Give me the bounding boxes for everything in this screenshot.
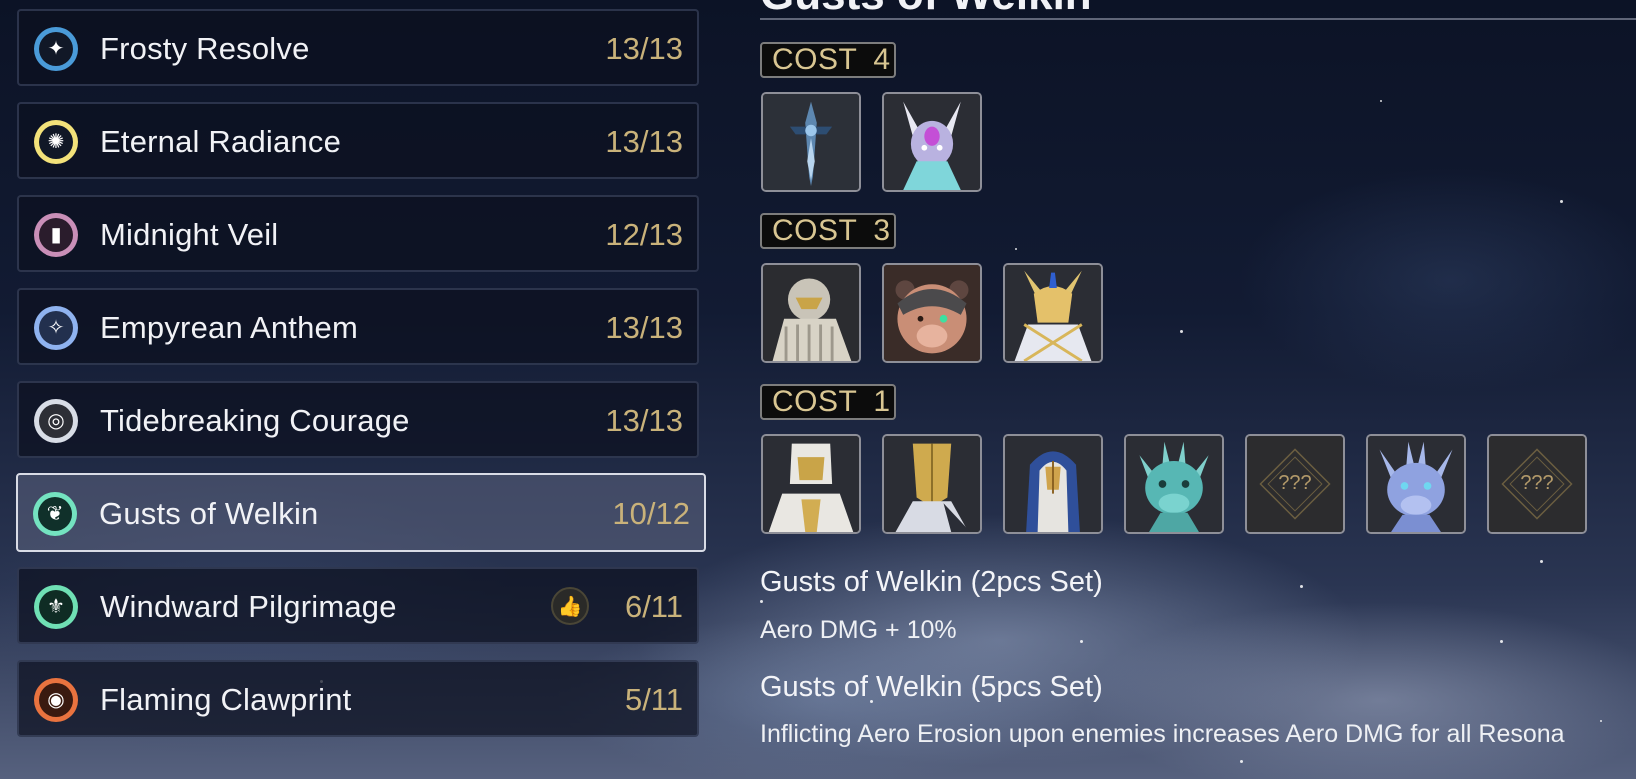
veil-figure-icon: ▮ [34,213,78,257]
set-item-gusts-of-welkin[interactable]: ❦ Gusts of Welkin 10/12 [16,473,706,552]
echo-card-blue-dragon[interactable] [1366,434,1466,534]
set-detail-panel: Gusts of Welkin COST 4 COST 3 [755,0,1636,779]
set-name: Midnight Veil [100,217,279,252]
unknown-label: ??? [1520,472,1554,494]
snowflake-star-icon: ✦ [34,27,78,71]
set-name: Empyrean Anthem [100,310,359,345]
set-count: 10/12 [612,496,690,531]
blue-dragon-echo-icon [1368,436,1464,532]
cost-value: 1 [873,385,891,418]
set-count: 13/13 [605,31,683,66]
set-item-eternal-radiance[interactable]: ✺ Eternal Radiance 13/13 [17,102,699,179]
fleur-icon: ⚜ [34,585,78,629]
hooded-bird-echo-icon [763,265,859,361]
set-name: Eternal Radiance [100,124,342,159]
cost-badge-3: COST 3 [760,213,896,249]
echo-card-unknown[interactable]: ??? [1487,434,1587,534]
echo-set-list: ✦ Frosty Resolve 13/13 ✺ Eternal Radianc… [0,0,720,779]
echo-card-violet-dragon[interactable] [882,92,982,192]
echo-card-bear[interactable] [882,263,982,363]
set-count: 13/13 [605,310,683,345]
set-name: Tidebreaking Courage [100,403,410,438]
violet-dragon-echo-icon [884,94,980,190]
set-item-flaming-clawprint[interactable]: ◉ Flaming Clawprint 5/11 [17,660,699,737]
cost-label: COST [772,43,858,76]
cost-badge-1: COST 1 [760,384,896,420]
effect-5pc-text: Inflicting Aero Erosion upon enemies inc… [760,720,1565,748]
set-item-tidebreaking-courage[interactable]: ◎ Tidebreaking Courage 13/13 [17,381,699,458]
cost-label: COST [772,214,858,247]
tide-circle-icon: ◎ [34,399,78,443]
set-name: Flaming Clawprint [100,682,352,717]
sun-icon: ✺ [34,120,78,164]
sparkle-icon: ✧ [34,306,78,350]
flame-swirl-icon: ◉ [34,678,78,722]
set-count: 6/11 [624,589,683,624]
cost-label: COST [772,385,858,418]
cost-badge-4: COST 4 [760,42,896,78]
effect-2pc-text: Aero DMG + 10% [760,616,957,644]
set-count: 5/11 [624,682,683,717]
set-count: 12/13 [605,217,683,252]
echo-card-unknown[interactable]: ??? [1245,434,1345,534]
title-divider [760,18,1636,20]
teal-dragon-echo-icon [1126,436,1222,532]
blue-hood-echo-icon [1005,436,1101,532]
set-count: 13/13 [605,403,683,438]
set-item-midnight-veil[interactable]: ▮ Midnight Veil 12/13 [17,195,699,272]
gold-mask-echo-icon [884,436,980,532]
set-count: 13/13 [605,124,683,159]
echo-card-gold-mask[interactable] [882,434,982,534]
unknown-label: ??? [1278,472,1312,494]
thumbs-up-icon[interactable]: 👍 [551,587,589,625]
effect-2pc-title: Gusts of Welkin (2pcs Set) [760,566,1103,598]
sword-echo-icon [763,94,859,190]
echo-card-sword[interactable] [761,92,861,192]
echo-card-golden-knight[interactable] [1003,263,1103,363]
cost-value: 4 [873,43,891,76]
golden-knight-echo-icon [1005,265,1101,361]
echo-card-blue-hood[interactable] [1003,434,1103,534]
set-item-windward-pilgrimage[interactable]: ⚜ Windward Pilgrimage 👍 6/11 [17,567,699,644]
set-item-empyrean-anthem[interactable]: ✧ Empyrean Anthem 13/13 [17,288,699,365]
detail-title: Gusts of Welkin [760,0,1092,20]
effect-5pc-title: Gusts of Welkin (5pcs Set) [760,671,1103,703]
white-knight-echo-icon [763,436,859,532]
bear-echo-icon [884,265,980,361]
set-name: Gusts of Welkin [99,496,319,531]
set-name: Frosty Resolve [100,31,310,66]
set-name: Windward Pilgrimage [100,589,397,624]
cost-value: 3 [873,214,891,247]
echo-card-white-knight[interactable] [761,434,861,534]
echo-card-teal-dragon[interactable] [1124,434,1224,534]
wind-leaf-icon: ❦ [33,492,77,536]
echo-card-hooded-bird[interactable] [761,263,861,363]
set-item-frosty-resolve[interactable]: ✦ Frosty Resolve 13/13 [17,9,699,86]
